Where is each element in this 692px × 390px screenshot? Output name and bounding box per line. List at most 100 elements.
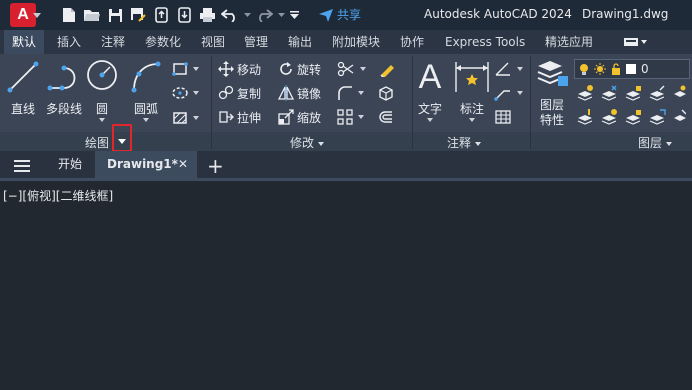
new-icon[interactable] — [58, 4, 80, 26]
table-tool[interactable] — [494, 107, 512, 127]
rotate-icon — [280, 62, 292, 75]
hamburger-menu-icon[interactable] — [14, 160, 30, 172]
chevron-down-icon[interactable] — [193, 67, 199, 71]
save-icon[interactable] — [104, 4, 126, 26]
document-title: Drawing1.dwg — [582, 7, 669, 21]
chevron-down-icon[interactable] — [242, 4, 252, 26]
customize-icon[interactable] — [287, 4, 301, 26]
leader-tool[interactable] — [494, 59, 523, 79]
tab-parametric[interactable]: 参数化 — [145, 30, 181, 54]
tab-home[interactable]: 默认 — [4, 30, 45, 54]
chevron-down-icon[interactable] — [427, 118, 433, 122]
tab-annotate[interactable]: 注释 — [101, 30, 125, 54]
trim-tool[interactable] — [337, 59, 366, 79]
share-button[interactable]: 共享 — [318, 6, 361, 23]
autocad-logo[interactable]: A — [10, 3, 41, 27]
stretch-tool[interactable]: 拉伸 — [218, 107, 261, 127]
array-icon — [337, 109, 353, 125]
layer-properties-label-1: 图层 — [539, 98, 564, 112]
rectangle-tool[interactable] — [172, 59, 199, 79]
move-tool[interactable]: 移动 — [218, 59, 261, 79]
erase-tool[interactable] — [378, 59, 396, 79]
chevron-down-icon[interactable] — [193, 91, 199, 95]
download-icon[interactable] — [173, 4, 195, 26]
close-icon[interactable]: ✕ — [178, 151, 188, 178]
chevron-down-icon[interactable] — [360, 67, 366, 71]
modify-panel-label: 修改 — [290, 136, 315, 150]
explode-tool[interactable] — [378, 83, 394, 103]
plot-icon[interactable] — [196, 4, 218, 26]
unlock-icon — [612, 63, 620, 75]
undo-icon[interactable] — [219, 4, 241, 26]
dimension-tool[interactable]: 标注 — [452, 58, 492, 130]
tab-start[interactable]: 开始 — [58, 151, 82, 178]
multileader-tool[interactable] — [494, 83, 523, 103]
tab-express-tools[interactable]: Express Tools — [445, 30, 525, 54]
tab-featured-apps[interactable]: 精选应用 — [545, 30, 593, 54]
mirror-tool[interactable]: 镜像 — [278, 83, 321, 103]
layer-tools-row-1 — [576, 83, 686, 103]
leader-icon — [495, 62, 510, 76]
drawing-canvas[interactable]: [−][俯视][二维线框] — [0, 181, 692, 390]
circle-tool[interactable]: 圆 — [84, 58, 120, 130]
rectangle-icon — [172, 62, 188, 76]
chevron-down-icon[interactable] — [318, 141, 325, 146]
chevron-down-icon[interactable] — [143, 118, 149, 122]
polyline-label: 多段线 — [45, 102, 82, 116]
chevron-down-icon[interactable] — [517, 91, 523, 95]
redo-icon[interactable] — [253, 4, 275, 26]
ribbon-tab-bar: 默认 插入 注释 参数化 视图 管理 输出 附加模块 协作 Express To… — [0, 30, 692, 54]
chevron-down-icon[interactable] — [193, 116, 199, 120]
layer-properties-tool[interactable]: 图层 特性 — [534, 58, 570, 130]
chevron-down-icon[interactable] — [475, 141, 482, 146]
array-tool[interactable] — [337, 107, 364, 127]
layer-off-icon[interactable] — [576, 84, 686, 102]
mirror-label: 镜像 — [297, 86, 322, 101]
copy-icon — [218, 85, 234, 100]
current-layer-name: 0 — [641, 62, 649, 76]
tab-drawing1[interactable]: Drawing1* ✕ — [95, 151, 197, 178]
share-icon — [319, 8, 333, 22]
tab-view[interactable]: 视图 — [201, 30, 225, 54]
move-label: 移动 — [237, 62, 262, 77]
scale-tool[interactable]: 缩放 — [278, 107, 321, 127]
chevron-down-icon[interactable] — [517, 67, 523, 71]
new-tab-button[interactable]: + — [207, 154, 224, 178]
draw-panel-expand-button[interactable] — [118, 139, 126, 144]
text-tool[interactable]: A 文字 — [414, 58, 446, 130]
viewport-controls[interactable]: [−][俯视][二维线框] — [3, 187, 113, 204]
chevron-down-icon[interactable] — [276, 4, 286, 26]
ribbon-display-options-button[interactable] — [622, 36, 648, 48]
upload-icon[interactable] — [150, 4, 172, 26]
dimension-label: 标注 — [459, 102, 484, 116]
save-as-icon[interactable] — [127, 4, 149, 26]
chevron-down-icon[interactable] — [99, 118, 105, 122]
arc-tool[interactable]: 圆弧 — [126, 58, 166, 130]
boundary-tool[interactable] — [172, 108, 199, 128]
tab-addins[interactable]: 附加模块 — [332, 30, 380, 54]
rotate-tool[interactable]: 旋转 — [278, 59, 321, 79]
chevron-down-icon[interactable] — [469, 118, 475, 122]
circle-label: 圆 — [95, 102, 108, 116]
polyline-tool[interactable]: 多段线 — [42, 58, 86, 130]
tab-output[interactable]: 输出 — [288, 30, 312, 54]
table-icon — [495, 110, 511, 124]
tab-insert[interactable]: 插入 — [57, 30, 81, 54]
chevron-down-icon[interactable] — [358, 91, 364, 95]
layer-isolate-icon[interactable] — [576, 108, 686, 126]
lightbulb-icon — [580, 64, 588, 75]
open-icon[interactable] — [81, 4, 103, 26]
annotation-panel-label: 注释 — [447, 136, 472, 150]
offset-tool[interactable] — [378, 107, 394, 127]
chevron-down-icon[interactable] — [358, 115, 364, 119]
layers-panel-title: 图层 — [638, 134, 673, 151]
fillet-tool[interactable] — [337, 83, 364, 103]
scale-icon — [278, 109, 294, 125]
tab-manage[interactable]: 管理 — [244, 30, 268, 54]
hatch-tool[interactable] — [172, 83, 199, 103]
tab-collaborate[interactable]: 协作 — [400, 30, 424, 54]
layer-dropdown[interactable]: 0 — [574, 59, 690, 79]
copy-tool[interactable]: 复制 — [218, 83, 261, 103]
line-tool[interactable]: 直线 — [4, 58, 42, 130]
chevron-down-icon[interactable] — [666, 141, 673, 146]
